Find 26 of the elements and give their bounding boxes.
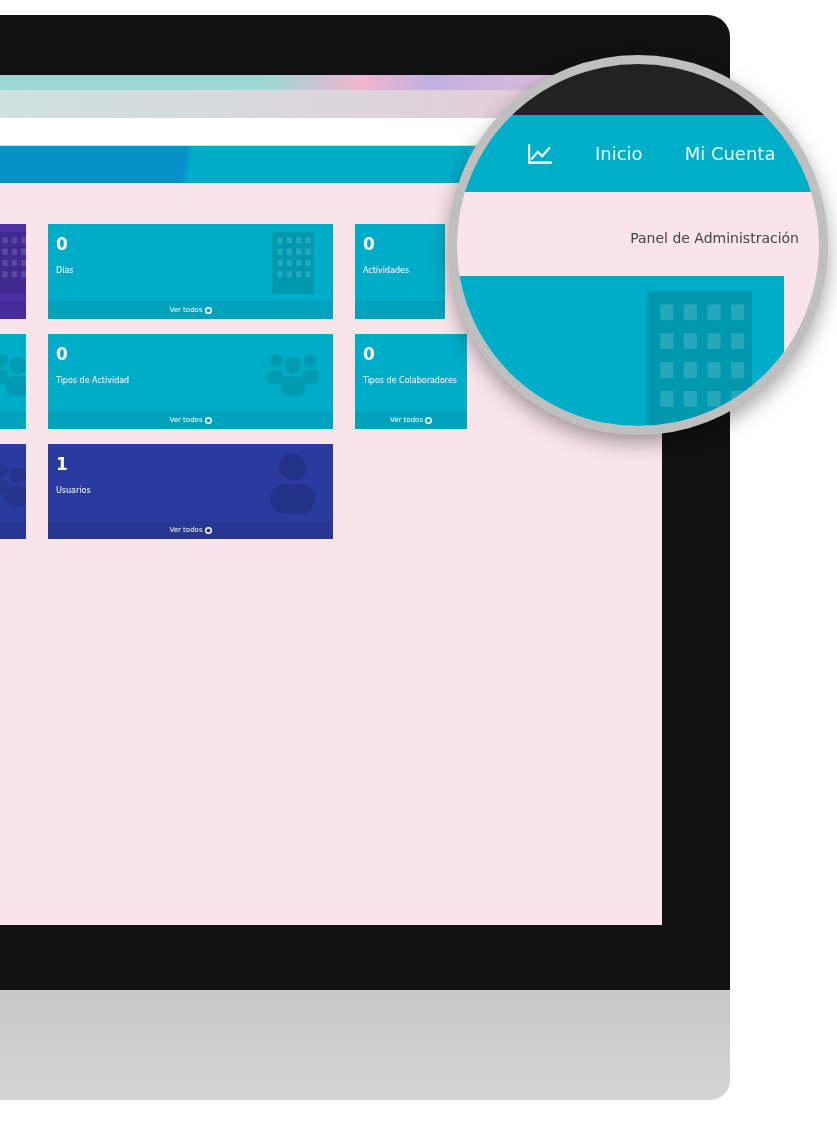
tile-label: Actividades	[362, 265, 411, 275]
tile-label: Tipos de Actividad	[55, 375, 131, 385]
tile-footer	[0, 301, 26, 319]
tile-count: 1	[55, 453, 69, 474]
arrow-circle-icon	[204, 416, 212, 424]
building-icon	[647, 290, 752, 426]
stat-tile[interactable]: 0 Actividades	[355, 224, 445, 319]
nav-link[interactable]: Inicio	[595, 143, 643, 164]
tile-label: Tipos de Colaboradores	[362, 375, 459, 385]
tile-label: Días	[55, 265, 75, 275]
chart-icon[interactable]	[527, 142, 553, 165]
nav-link[interactable]: Mi Cuenta	[684, 143, 776, 164]
arrow-circle-icon	[204, 306, 212, 314]
tile-footer	[0, 521, 26, 539]
tile-count: 0	[55, 343, 69, 364]
tile-count: 0	[55, 233, 69, 254]
tile-label: Usuarios	[55, 485, 92, 495]
stat-tile[interactable]	[0, 444, 26, 539]
tile-footer	[0, 411, 26, 429]
arrow-circle-icon	[425, 416, 433, 424]
tile-count: 0	[362, 343, 376, 364]
tile-count: 0	[362, 233, 376, 254]
stat-tile[interactable]	[0, 224, 26, 319]
page-heading: Panel de Administración	[629, 229, 800, 246]
stat-tile[interactable]	[0, 334, 26, 429]
arrow-circle-icon	[204, 526, 212, 534]
